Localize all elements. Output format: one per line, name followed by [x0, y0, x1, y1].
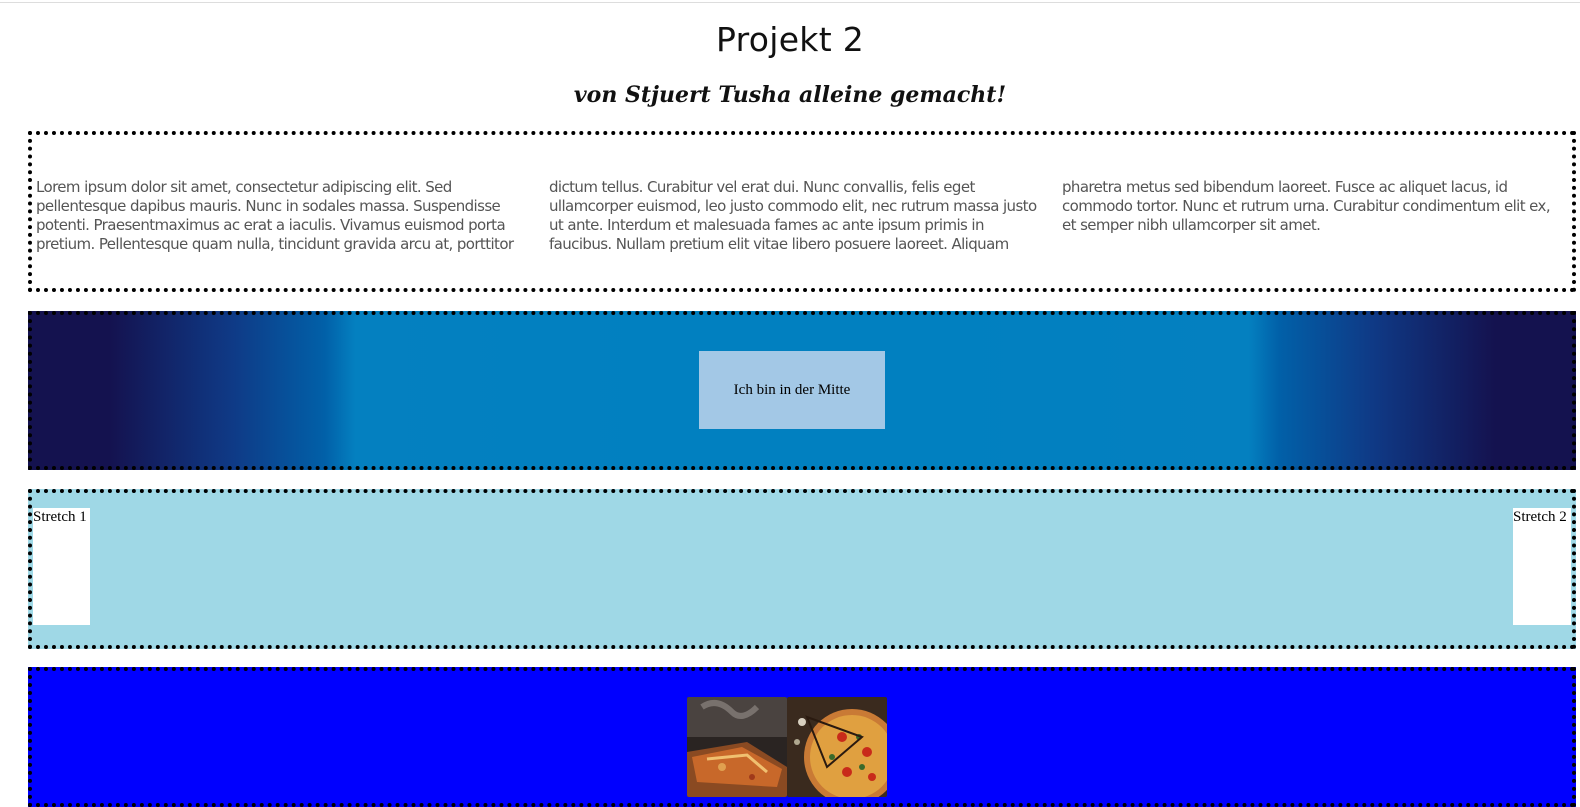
page-subtitle: von Stjuert Tusha alleine gemacht!	[573, 82, 1007, 108]
stretch-item-2-label: Stretch 2	[1513, 509, 1567, 525]
centered-box: Ich bin in der Mitte	[699, 351, 885, 429]
stretch-item-2: Stretch 2	[1513, 508, 1571, 625]
text-columns: Lorem ipsum dolor sit amet, consectetur …	[36, 178, 1560, 254]
text-column-3: pharetra metus sed bibendum laoreet. Fus…	[1062, 178, 1551, 234]
text-columns-section: Lorem ipsum dolor sit amet, consectetur …	[28, 131, 1576, 292]
centered-box-label: Ich bin in der Mitte	[733, 381, 851, 398]
stretch-item-1-label: Stretch 1	[33, 509, 87, 525]
stretch-section: Stretch 1 Stretch 2	[28, 489, 1576, 649]
page-title: Projekt 2	[715, 20, 865, 59]
image-gallery	[687, 697, 887, 797]
text-column-2: dictum tellus. Curabitur vel erat dui. N…	[549, 178, 1037, 253]
image-section	[28, 667, 1576, 807]
gradient-section: Ich bin in der Mitte	[28, 311, 1576, 470]
top-divider	[0, 2, 1580, 3]
pizza-image-1	[687, 697, 787, 797]
text-column-1: Lorem ipsum dolor sit amet, consectetur …	[36, 178, 514, 253]
pizza-image-2	[787, 697, 887, 797]
stretch-item-1: Stretch 1	[33, 508, 90, 625]
